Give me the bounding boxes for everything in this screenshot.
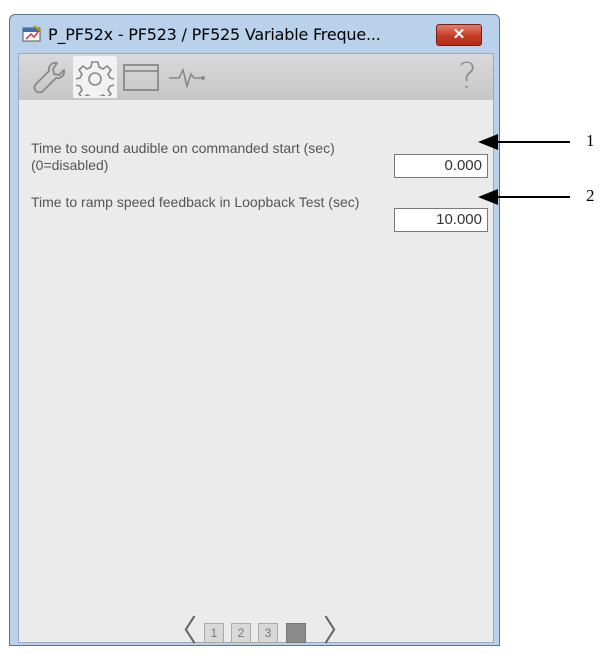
setting-label-ramp-feedback: Time to ramp speed feedback in Loopback … [31,194,360,210]
tab-maintenance[interactable] [27,56,71,98]
faceplate-window: P_PF52x - PF523 / PF525 Variable Freque.… [9,14,500,647]
audible-start-time-input[interactable]: 0.000 [394,154,488,178]
window-title: P_PF52x - PF523 / PF525 Variable Freque.… [48,25,381,44]
wrench-icon [33,61,66,94]
callout-number-1: 1 [586,131,595,150]
setting-row-audible-start: Time to sound audible on commanded start… [31,140,488,186]
callout-line-2 [496,196,570,198]
setting-label-audible-start: Time to sound audible on commanded start… [31,140,335,173]
page-button-4[interactable]: 4 [286,623,306,643]
page-button-3[interactable]: 3 [258,623,278,643]
callout-arrowhead-2 [478,189,498,205]
ramp-feedback-time-input[interactable]: 10.000 [394,208,488,232]
pulse-icon [169,67,205,89]
callout-line-1 [496,141,570,143]
help-button[interactable]: ? [458,56,477,98]
window-icon [123,64,159,91]
tab-trend[interactable] [165,56,209,98]
title-bar[interactable]: P_PF52x - PF523 / PF525 Variable Freque.… [10,15,499,53]
page-button-1[interactable]: 1 [204,623,224,643]
setting-row-ramp-feedback: Time to ramp speed feedback in Loopback … [31,194,488,240]
page-navigator: 〈 1 2 3 4 〉 [19,617,493,647]
tab-faceplate[interactable] [119,56,163,98]
client-area: ? Time to sound audible on commanded sta… [18,53,494,647]
previous-page-arrow[interactable]: 〈 [167,617,197,647]
page-button-2[interactable]: 2 [231,623,251,643]
callout-number-2: 2 [586,186,595,205]
close-button[interactable]: ✕ [436,24,482,46]
gear-icon [76,61,114,96]
tab-bar: ? [19,54,493,100]
tab-configuration[interactable] [73,56,117,98]
callout-arrowhead-1 [478,134,498,150]
app-icon [22,25,42,42]
close-icon: ✕ [452,26,466,43]
next-page-arrow[interactable]: 〉 [323,617,353,647]
